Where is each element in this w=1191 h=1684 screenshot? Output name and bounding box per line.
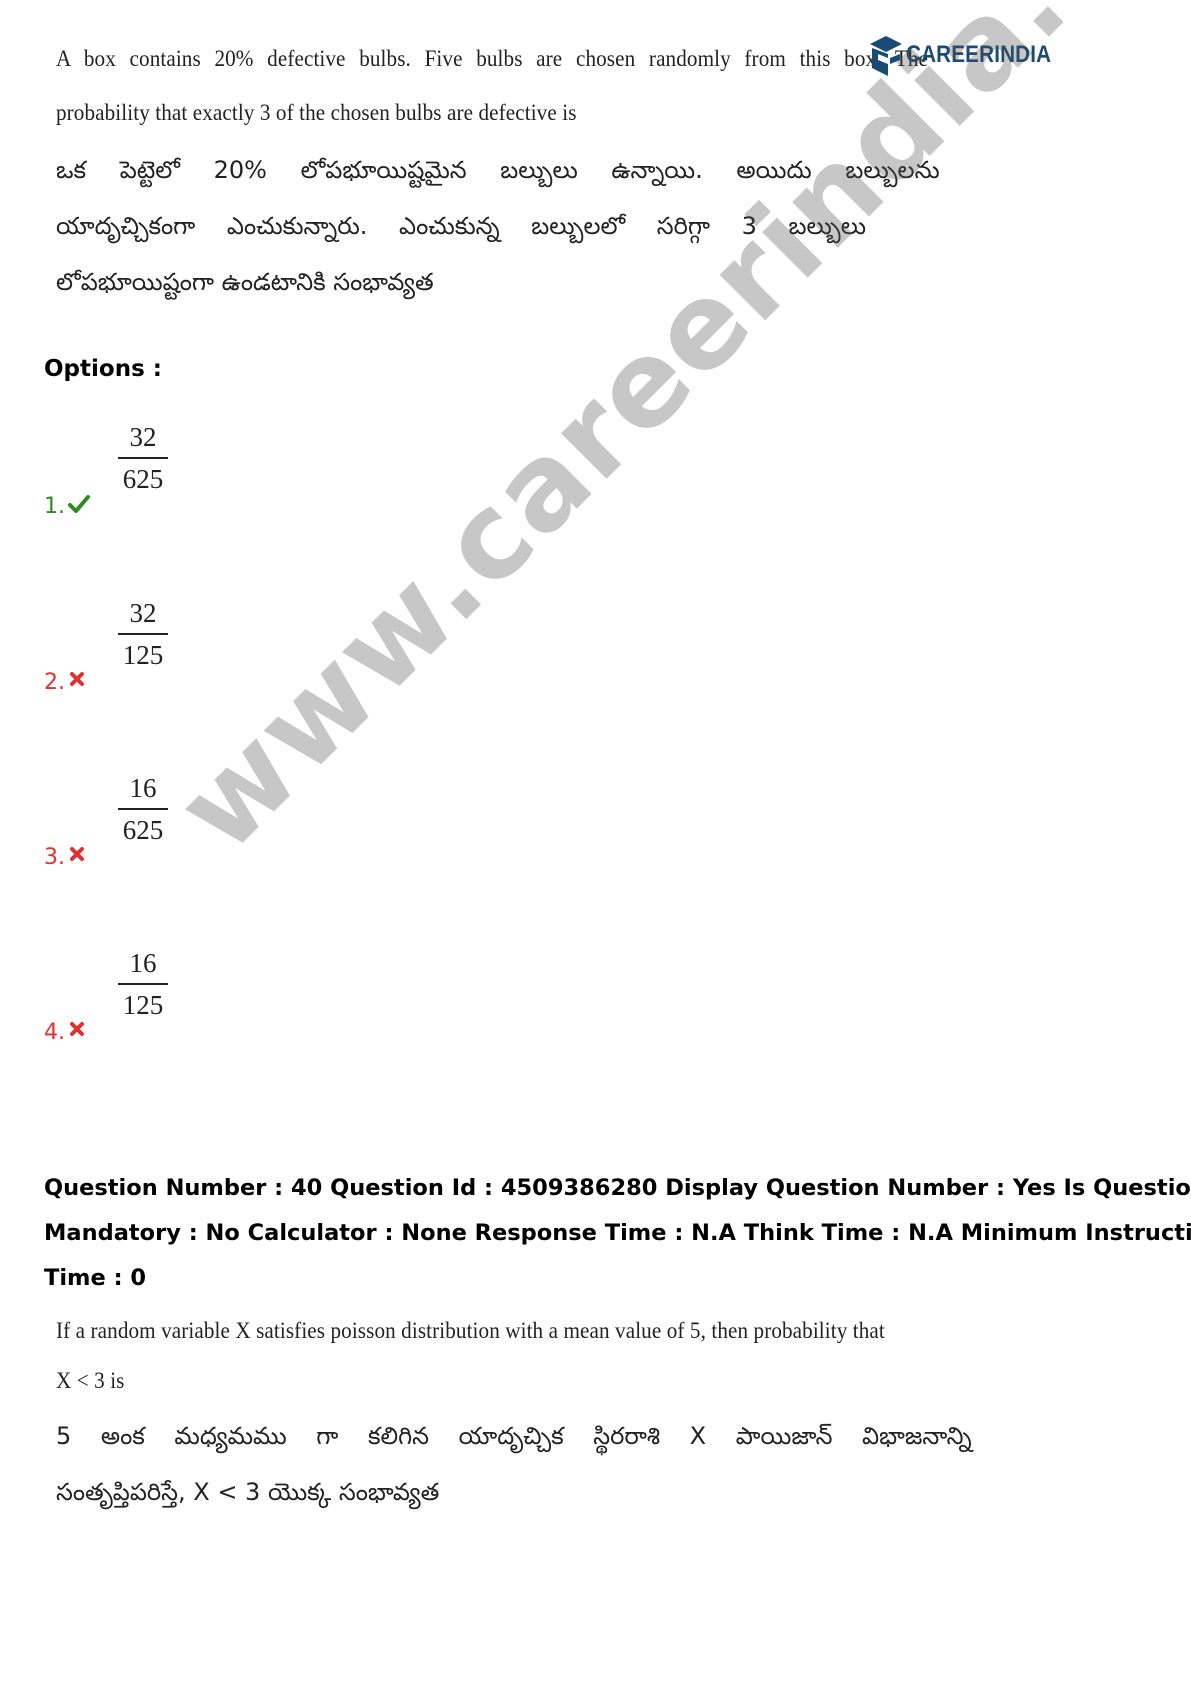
fraction-numerator: 32 — [129, 422, 157, 452]
fraction-bar — [118, 983, 168, 985]
question-text-te: సంతృప్తిపరిస్తే, X < 3 యొక్క సంభావ్యత — [56, 1478, 440, 1506]
graduation-cap-icon — [868, 34, 904, 76]
fraction-denominator: 125 — [122, 640, 164, 670]
fraction-bar — [118, 457, 168, 459]
cross-icon — [68, 845, 88, 865]
cross-icon — [68, 670, 88, 690]
question-text-en: X < 3 is — [56, 1368, 125, 1393]
logo-text: CAREERINDIA — [906, 41, 1052, 68]
option-4[interactable]: 16 125 4. — [44, 946, 344, 1066]
fraction-denominator: 625 — [122, 815, 164, 845]
option-number: 3. — [44, 845, 65, 870]
metadata-line: Question Number : 40 Question Id : 45093… — [44, 1175, 1191, 1201]
question-text-te: ఒక పెట్టెలో 20% లోపభూయిష్టమైన బల్బులు ఉన… — [56, 156, 940, 184]
question-image: A box contains 20% defective bulbs. Five… — [56, 46, 940, 308]
fraction-numerator: 32 — [129, 598, 157, 628]
fraction-bar — [118, 808, 168, 810]
option-number: 4. — [44, 1020, 65, 1045]
option-fraction: 16 625 — [118, 771, 168, 847]
option-number: 1. — [44, 494, 65, 519]
fraction-denominator: 625 — [122, 464, 164, 494]
option-fraction: 32 625 — [118, 420, 168, 496]
option-1[interactable]: 32 625 1. — [44, 420, 344, 540]
question-text-en: A box contains 20% defective bulbs. Five… — [56, 46, 929, 71]
metadata-line: Mandatory : No Calculator : None Respons… — [44, 1220, 1191, 1246]
fraction-numerator: 16 — [129, 948, 157, 978]
options-label: Options : — [44, 356, 162, 382]
fraction-bar — [118, 633, 168, 635]
fraction-denominator: 125 — [122, 990, 164, 1020]
question-text-te: లోపభూయిష్టంగా ఉండటానికి సంభావ్యత — [56, 268, 434, 296]
question-image: If a random variable X satisfies poisson… — [56, 1318, 972, 1518]
fraction-numerator: 16 — [129, 773, 157, 803]
option-3[interactable]: 16 625 3. — [44, 771, 344, 891]
careerindia-logo: CAREERINDIA — [868, 32, 1075, 78]
option-number: 2. — [44, 670, 65, 695]
option-2[interactable]: 32 125 2. — [44, 596, 344, 716]
question-text-en: probability that exactly 3 of the chosen… — [56, 100, 577, 125]
question-metadata: Question Number : 40 Question Id : 45093… — [44, 1166, 1191, 1301]
cross-icon — [68, 1020, 88, 1040]
metadata-line: Time : 0 — [44, 1265, 147, 1291]
option-fraction: 16 125 — [118, 946, 168, 1022]
check-icon — [68, 494, 90, 514]
option-fraction: 32 125 — [118, 596, 168, 672]
question-text-te: 5 అంక మధ్యమము గా కలిగిన యాదృచ్చిక స్థిరర… — [56, 1422, 972, 1450]
question-text-te: యాదృచ్చికంగా ఎంచుకున్నారు. ఎంచుకున్న బల్… — [56, 212, 867, 240]
question-text-en: If a random variable X satisfies poisson… — [56, 1318, 885, 1343]
